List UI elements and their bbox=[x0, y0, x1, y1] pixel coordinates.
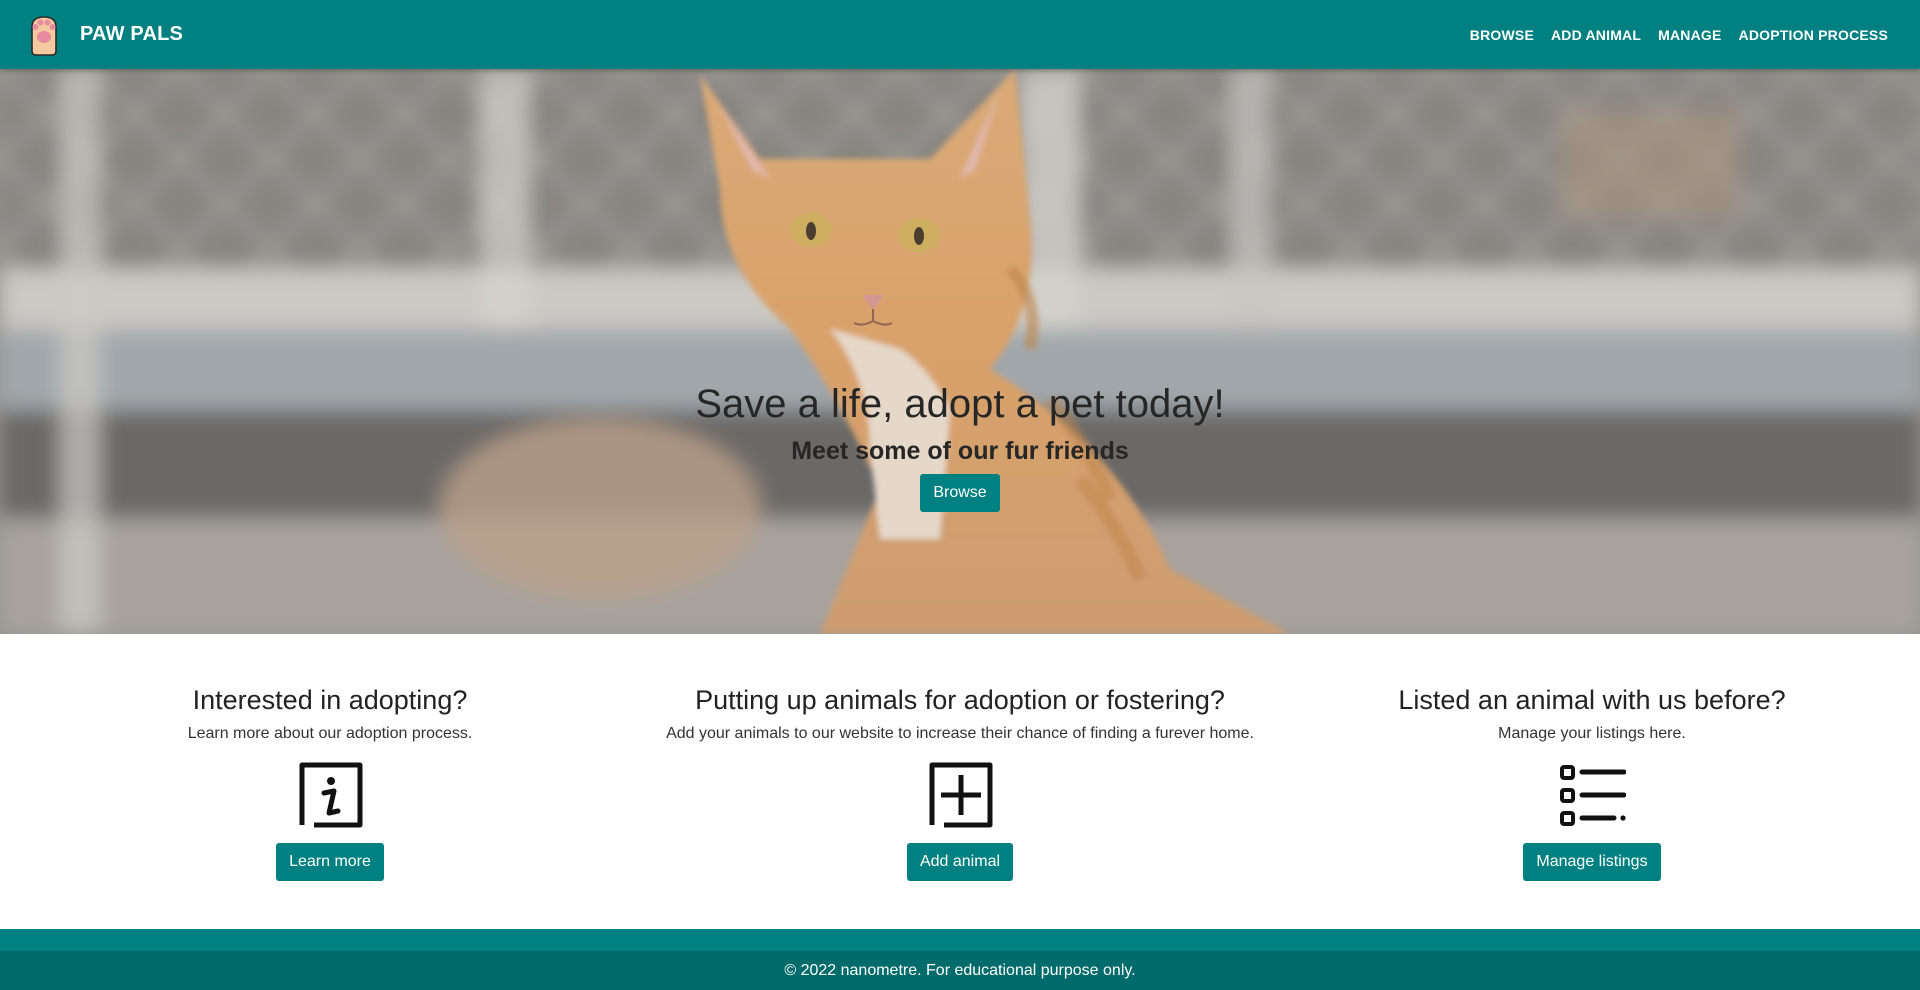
feature-manage-listings: Listed an animal with us before? Manage … bbox=[1262, 684, 1920, 882]
feature-title: Interested in adopting? bbox=[192, 685, 468, 715]
footer-copyright: © 2022 nanometre. For educational purpos… bbox=[784, 961, 1136, 979]
feature-description: Add your animals to our website to incre… bbox=[666, 725, 1254, 743]
brand-name: PAW PALS bbox=[80, 23, 184, 45]
feature-title: Putting up animals for adoption or foste… bbox=[695, 685, 1225, 715]
paw-icon bbox=[31, 15, 57, 56]
manage-listings-button[interactable]: Manage listings bbox=[1523, 843, 1661, 882]
learn-more-button[interactable]: Learn more bbox=[276, 843, 384, 882]
feature-description: Manage your listings here. bbox=[1498, 725, 1686, 743]
plus-square-icon bbox=[929, 762, 993, 828]
nav-add-animal[interactable]: ADD ANIMAL bbox=[1551, 27, 1641, 43]
hero-title: Save a life, adopt a pet today! bbox=[695, 382, 1225, 426]
footer-accent-band bbox=[0, 929, 1920, 951]
hero-subtitle: Meet some of our fur friends bbox=[791, 437, 1129, 465]
add-animal-button[interactable]: Add animal bbox=[906, 843, 1014, 882]
brand-link[interactable]: PAW PALS bbox=[26, 13, 183, 57]
feature-description: Learn more about our adoption process. bbox=[187, 725, 473, 743]
hero-browse-button[interactable]: Browse bbox=[920, 473, 1000, 512]
feature-adopting: Interested in adopting? Learn more about… bbox=[0, 684, 660, 882]
nav-manage[interactable]: MANAGE bbox=[1658, 27, 1721, 43]
info-icon bbox=[299, 762, 363, 828]
feature-add-animal: Putting up animals for adoption or foste… bbox=[630, 684, 1290, 882]
feature-title: Listed an animal with us before? bbox=[1398, 685, 1786, 715]
nav-browse[interactable]: BROWSE bbox=[1470, 27, 1534, 43]
list-icon bbox=[1560, 765, 1626, 827]
nav-adoption-process[interactable]: ADOPTION PROCESS bbox=[1739, 27, 1888, 43]
main-nav: BROWSE ADD ANIMAL MANAGE ADOPTION PROCES… bbox=[1470, 27, 1888, 43]
hero-content: Save a life, adopt a pet today! Meet som… bbox=[0, 382, 1920, 512]
hero-cat-photo bbox=[0, 69, 1920, 634]
features-section: Interested in adopting? Learn more about… bbox=[0, 634, 1920, 929]
hero-section: Save a life, adopt a pet today! Meet som… bbox=[0, 69, 1920, 634]
navbar: PAW PALS BROWSE ADD ANIMAL MANAGE ADOPTI… bbox=[0, 0, 1920, 69]
footer: © 2022 nanometre. For educational purpos… bbox=[0, 951, 1920, 990]
